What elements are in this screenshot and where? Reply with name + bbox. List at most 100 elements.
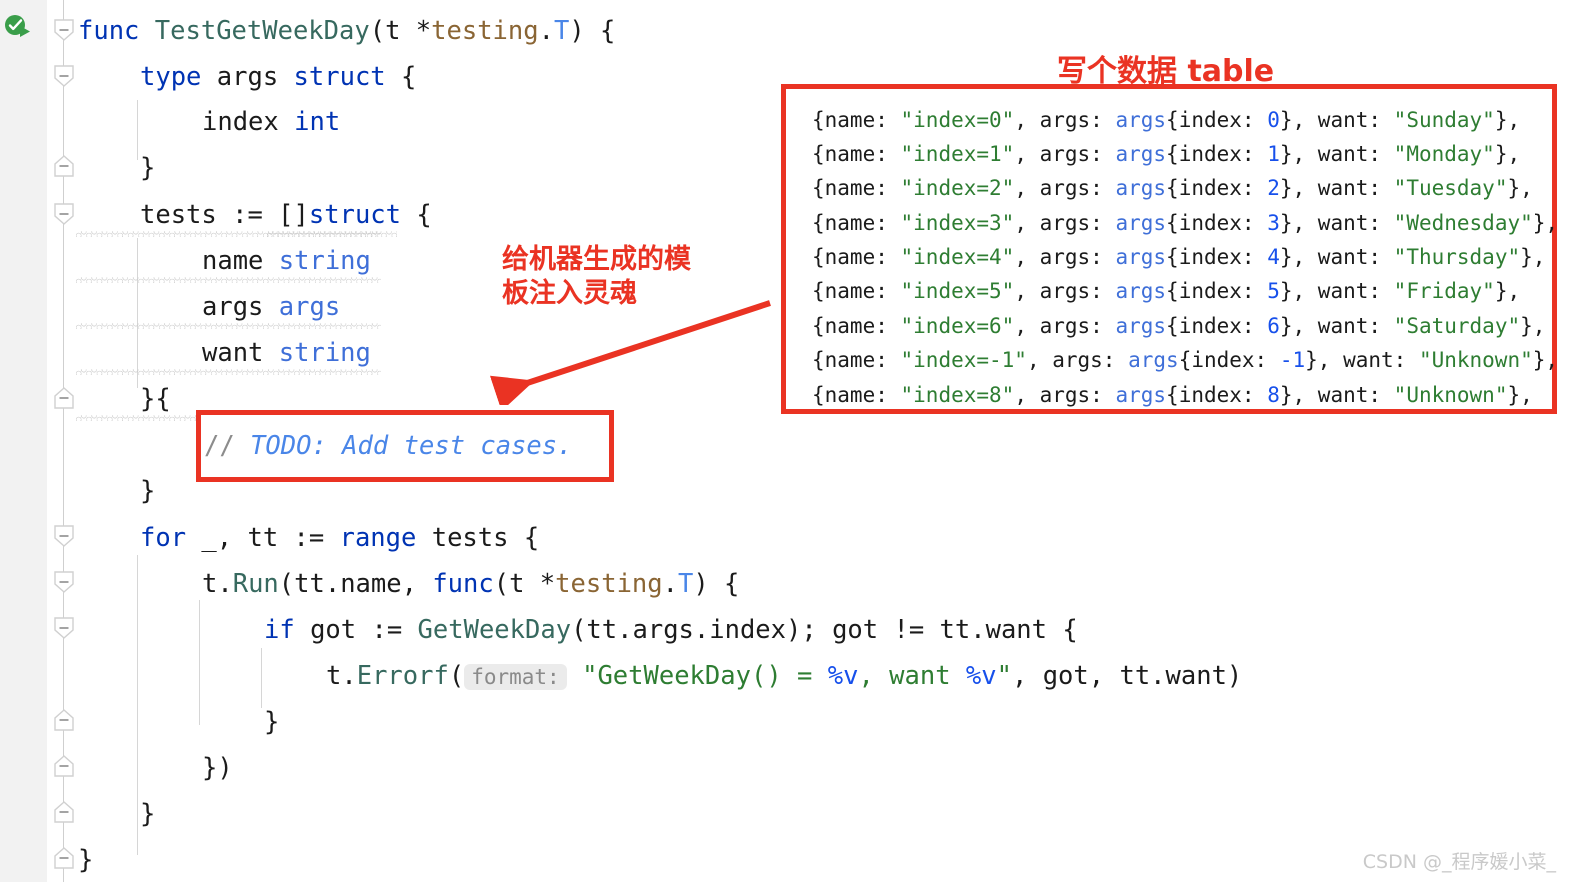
code-line: index int bbox=[202, 107, 340, 137]
code-token: tests { bbox=[416, 523, 540, 553]
row-inner-close: } bbox=[1279, 383, 1293, 407]
row-args-key: , args: bbox=[1014, 383, 1116, 407]
code-line: } bbox=[140, 153, 155, 183]
errorf-args: , got, tt.want) bbox=[1012, 661, 1243, 691]
code-line: tests := []struct { bbox=[140, 200, 432, 230]
row-name-value: "index=8" bbox=[900, 383, 1015, 407]
errorf-open-paren: ( bbox=[448, 661, 465, 691]
row-args-key: , args: bbox=[1014, 314, 1116, 338]
row-close: }, bbox=[1520, 314, 1546, 338]
row-open: {name: bbox=[812, 108, 901, 132]
row-close: }, bbox=[1507, 383, 1533, 407]
row-close: }, bbox=[1507, 176, 1533, 200]
row-want-value: "Friday" bbox=[1393, 279, 1495, 303]
row-inner-close: } bbox=[1279, 108, 1293, 132]
errorf-quote-close: " bbox=[996, 661, 1012, 691]
row-want-key: , want: bbox=[1292, 314, 1394, 338]
row-args-key: , args: bbox=[1014, 245, 1116, 269]
code-token: name bbox=[202, 246, 279, 276]
row-index-value: -1 bbox=[1279, 348, 1306, 372]
code-line: name string bbox=[202, 246, 371, 276]
table-row: {name: "index=8", args: args{index: 8}, … bbox=[812, 385, 1533, 406]
row-inner-close: } bbox=[1279, 245, 1293, 269]
todo-highlight-box bbox=[196, 410, 614, 482]
row-args-type: args bbox=[1115, 383, 1167, 407]
row-close: }, bbox=[1494, 279, 1521, 303]
code-token: . bbox=[538, 16, 554, 46]
code-line: } bbox=[140, 476, 155, 506]
row-index-value: 4 bbox=[1267, 245, 1280, 269]
row-open: {name: bbox=[812, 211, 901, 235]
row-inner-close: } bbox=[1305, 348, 1318, 372]
code-token: } bbox=[78, 845, 94, 875]
row-index-key: {index: bbox=[1178, 348, 1280, 372]
code-token: got := bbox=[294, 615, 418, 645]
row-index-key: {index: bbox=[1166, 108, 1268, 132]
row-close: }, bbox=[1494, 142, 1521, 166]
row-name-value: "index=6" bbox=[900, 314, 1015, 338]
code-token: { bbox=[401, 200, 432, 230]
row-open: {name: bbox=[812, 176, 901, 200]
row-args-type: args bbox=[1115, 108, 1167, 132]
row-want-value: "Monday" bbox=[1393, 142, 1495, 166]
row-name-value: "index=0" bbox=[900, 108, 1015, 132]
row-args-key: , args: bbox=[1014, 108, 1116, 132]
code-line: want string bbox=[202, 338, 371, 368]
code-line: for _, tt := range tests { bbox=[140, 523, 539, 553]
row-inner-close: } bbox=[1279, 279, 1293, 303]
row-want-key: , want: bbox=[1317, 348, 1419, 372]
row-open: {name: bbox=[812, 314, 901, 338]
code-token: string bbox=[278, 338, 371, 368]
code-token: (t * bbox=[369, 16, 432, 46]
code-token: type bbox=[140, 62, 202, 92]
row-open: {name: bbox=[812, 348, 901, 372]
code-token: } bbox=[140, 799, 156, 829]
code-token: func bbox=[432, 569, 494, 599]
table-row: {name: "index=4", args: args{index: 4}, … bbox=[812, 247, 1545, 268]
errorf-format-part-1: GetWeekDay() = bbox=[597, 661, 828, 691]
code-token: T bbox=[553, 16, 570, 46]
table-row: {name: "index=0", args: args{index: 0}, … bbox=[812, 110, 1520, 131]
row-want-key: , want: bbox=[1292, 142, 1394, 166]
code-token: }{ bbox=[140, 384, 171, 414]
code-line: } bbox=[78, 845, 93, 875]
code-token: t. bbox=[202, 569, 233, 599]
row-open: {name: bbox=[812, 279, 901, 303]
screenshot-root: func TestGetWeekDay(t *testing.T) {type … bbox=[0, 0, 1570, 882]
code-line: args args bbox=[202, 292, 340, 322]
code-line: if got := GetWeekDay(tt.args.index); got… bbox=[264, 615, 1078, 645]
code-token: testing bbox=[555, 569, 663, 599]
row-inner-close: } bbox=[1279, 142, 1293, 166]
table-row: {name: "index=3", args: args{index: 3}, … bbox=[812, 213, 1558, 234]
errorf-quote-open: " bbox=[582, 661, 598, 691]
code-token: } bbox=[140, 476, 156, 506]
table-row: {name: "index=5", args: args{index: 5}, … bbox=[812, 281, 1520, 302]
inspection-squiggle bbox=[76, 415, 196, 421]
watermark: CSDN @_程序媛小菜_ bbox=[1362, 851, 1556, 873]
row-args-type: args bbox=[1115, 314, 1167, 338]
parameter-hint-format: format: bbox=[464, 664, 567, 690]
code-token: (t * bbox=[493, 569, 556, 599]
code-token: } bbox=[264, 707, 280, 737]
code-line: } bbox=[140, 799, 155, 829]
row-args-type: args bbox=[1128, 348, 1179, 372]
code-token: GetWeekDay bbox=[417, 615, 572, 645]
code-token: args bbox=[202, 292, 279, 322]
row-index-key: {index: bbox=[1166, 211, 1268, 235]
table-row: {name: "index=2", args: args{index: 2}, … bbox=[812, 178, 1533, 199]
row-args-key: , args: bbox=[1014, 142, 1116, 166]
errorf-verb-1: %v bbox=[827, 661, 859, 691]
row-want-value: "Unknown" bbox=[1418, 348, 1533, 372]
code-token: args bbox=[201, 62, 294, 92]
code-token: args bbox=[278, 292, 341, 322]
row-want-value: "Wednesday" bbox=[1393, 211, 1533, 235]
row-want-key: , want: bbox=[1292, 279, 1394, 303]
row-name-value: "index=4" bbox=[900, 245, 1015, 269]
row-want-value: "Tuesday" bbox=[1393, 176, 1508, 200]
row-index-key: {index: bbox=[1166, 314, 1268, 338]
errorf-method-name: Errorf bbox=[356, 661, 449, 691]
row-inner-close: } bbox=[1279, 314, 1293, 338]
row-index-key: {index: bbox=[1166, 142, 1268, 166]
row-want-key: , want: bbox=[1292, 211, 1394, 235]
code-token: string bbox=[278, 246, 371, 276]
